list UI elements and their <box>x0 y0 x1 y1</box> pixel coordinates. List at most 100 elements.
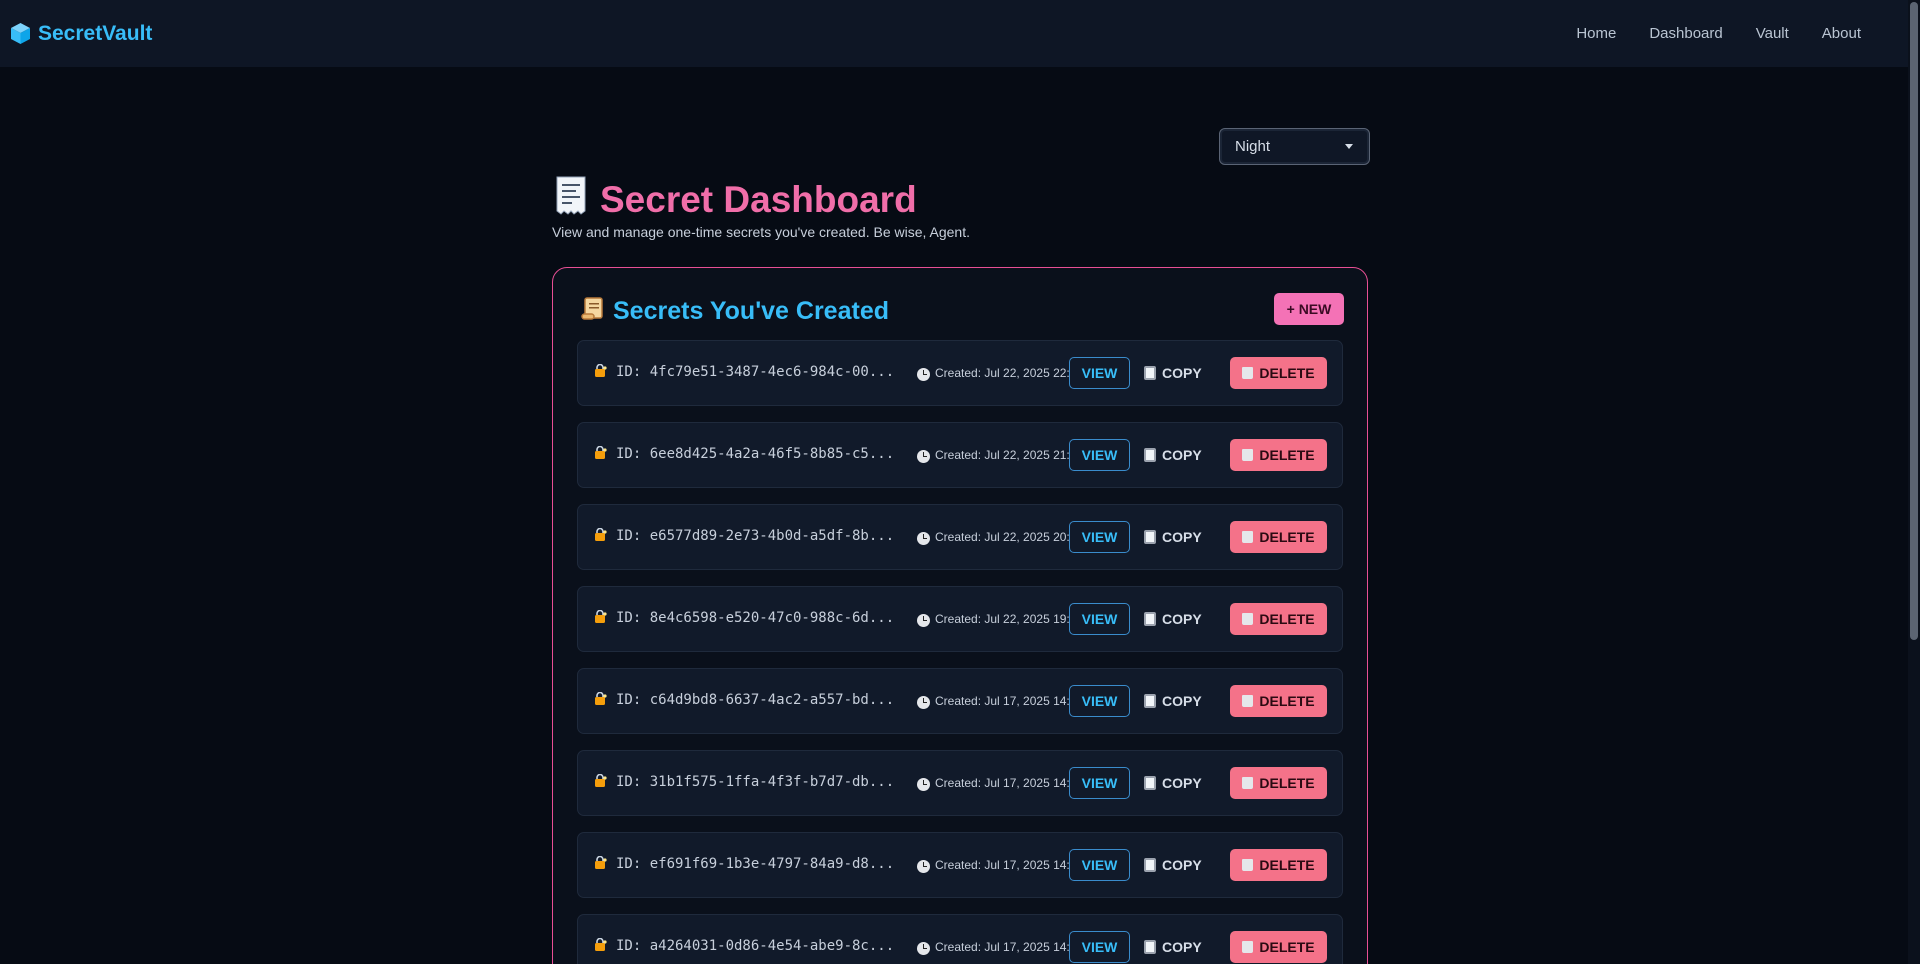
clipboard-icon <box>1144 940 1156 954</box>
clipboard-icon <box>1144 366 1156 380</box>
secret-row: ID: e6577d89-2e73-4b0d-a5df-8b... Create… <box>577 504 1343 570</box>
trash-icon <box>1242 777 1254 789</box>
copy-label: COPY <box>1162 365 1202 381</box>
secrets-card: Secrets You've Created + NEW ID: 4fc79e5… <box>552 267 1368 964</box>
nav-links: Home Dashboard Vault About <box>1576 25 1861 42</box>
delete-label: DELETE <box>1259 447 1315 463</box>
copy-button[interactable]: COPY <box>1144 439 1202 471</box>
nav-link-vault[interactable]: Vault <box>1756 25 1789 42</box>
nav-link-home[interactable]: Home <box>1576 25 1616 42</box>
secret-created: Created: Jul 22, 2025 21:50 <box>935 448 1084 462</box>
clock-icon <box>917 368 930 381</box>
delete-label: DELETE <box>1259 857 1315 873</box>
delete-button[interactable]: DELETE <box>1230 439 1327 471</box>
copy-label: COPY <box>1162 529 1202 545</box>
delete-button[interactable]: DELETE <box>1230 685 1327 717</box>
view-button[interactable]: VIEW <box>1069 767 1130 799</box>
trash-icon <box>1242 613 1254 625</box>
brand-name: SecretVault <box>38 21 153 45</box>
delete-button[interactable]: DELETE <box>1230 849 1327 881</box>
clock-icon <box>917 696 930 709</box>
copy-label: COPY <box>1162 447 1202 463</box>
navbar: SecretVault Home Dashboard Vault About <box>0 0 1918 67</box>
theme-select-value: Night <box>1235 138 1271 155</box>
delete-button[interactable]: DELETE <box>1230 521 1327 553</box>
view-button[interactable]: VIEW <box>1069 439 1130 471</box>
view-button[interactable]: VIEW <box>1069 849 1130 881</box>
trash-icon <box>1242 695 1254 707</box>
lock-key-icon <box>594 937 607 951</box>
page-title-text: Secret Dashboard <box>600 178 917 220</box>
trash-icon <box>1242 367 1254 379</box>
clipboard-icon <box>1144 612 1156 626</box>
copy-button[interactable]: COPY <box>1144 685 1202 717</box>
scrollbar-thumb[interactable] <box>1910 2 1918 640</box>
secret-row: ID: 6ee8d425-4a2a-46f5-8b85-c5... Create… <box>577 422 1343 488</box>
clock-icon <box>917 614 930 627</box>
copy-button[interactable]: COPY <box>1144 849 1202 881</box>
delete-label: DELETE <box>1259 529 1315 545</box>
secret-row: ID: 4fc79e51-3487-4ec6-984c-00... Create… <box>577 340 1343 406</box>
secret-row: ID: a4264031-0d86-4e54-abe9-8c... Create… <box>577 914 1343 964</box>
clipboard-icon <box>1144 448 1156 462</box>
secret-id: ID: 4fc79e51-3487-4ec6-984c-00... <box>616 364 895 380</box>
nav-link-about[interactable]: About <box>1822 25 1861 42</box>
secret-id: ID: e6577d89-2e73-4b0d-a5df-8b... <box>616 528 895 544</box>
clock-icon <box>917 942 930 955</box>
clock-icon <box>917 532 930 545</box>
copy-button[interactable]: COPY <box>1144 357 1202 389</box>
new-secret-button[interactable]: + NEW <box>1274 293 1344 325</box>
clipboard-icon <box>1144 858 1156 872</box>
trash-icon <box>1242 941 1254 953</box>
copy-button[interactable]: COPY <box>1144 521 1202 553</box>
cube-icon <box>9 22 32 45</box>
view-button[interactable]: VIEW <box>1069 603 1130 635</box>
secret-row: ID: c64d9bd8-6637-4ac2-a557-bd... Create… <box>577 668 1343 734</box>
view-button[interactable]: VIEW <box>1069 931 1130 963</box>
secret-id: ID: 8e4c6598-e520-47c0-988c-6d... <box>616 610 895 626</box>
lock-key-icon <box>594 527 607 541</box>
clipboard-icon <box>1144 776 1156 790</box>
copy-label: COPY <box>1162 611 1202 627</box>
nav-link-dashboard[interactable]: Dashboard <box>1649 25 1722 42</box>
lock-key-icon <box>594 363 607 377</box>
secret-created: Created: Jul 22, 2025 22:07 <box>935 366 1084 380</box>
lock-key-icon <box>594 773 607 787</box>
delete-label: DELETE <box>1259 365 1315 381</box>
secret-row: ID: 31b1f575-1ffa-4f3f-b7d7-db... Create… <box>577 750 1343 816</box>
page-subtitle: View and manage one-time secrets you've … <box>552 224 970 240</box>
caret-down-icon <box>1345 144 1353 149</box>
theme-select[interactable]: Night <box>1219 128 1370 165</box>
trash-icon <box>1242 859 1254 871</box>
trash-icon <box>1242 449 1254 461</box>
delete-button[interactable]: DELETE <box>1230 357 1327 389</box>
card-title-text: Secrets You've Created <box>613 297 889 325</box>
copy-label: COPY <box>1162 775 1202 791</box>
secret-id: ID: c64d9bd8-6637-4ac2-a557-bd... <box>616 692 895 708</box>
view-button[interactable]: VIEW <box>1069 357 1130 389</box>
delete-label: DELETE <box>1259 939 1315 955</box>
copy-button[interactable]: COPY <box>1144 931 1202 963</box>
clock-icon <box>917 450 930 463</box>
clipboard-icon <box>1144 694 1156 708</box>
secret-id: ID: a4264031-0d86-4e54-abe9-8c... <box>616 938 895 954</box>
copy-label: COPY <box>1162 693 1202 709</box>
scrollbar-track[interactable] <box>1908 0 1920 964</box>
delete-button[interactable]: DELETE <box>1230 603 1327 635</box>
view-button[interactable]: VIEW <box>1069 521 1130 553</box>
secret-row: ID: ef691f69-1b3e-4797-84a9-d8... Create… <box>577 832 1343 898</box>
view-button[interactable]: VIEW <box>1069 685 1130 717</box>
delete-label: DELETE <box>1259 611 1315 627</box>
receipt-icon <box>552 175 590 224</box>
secret-id: ID: ef691f69-1b3e-4797-84a9-d8... <box>616 856 895 872</box>
copy-button[interactable]: COPY <box>1144 767 1202 799</box>
lock-key-icon <box>594 609 607 623</box>
delete-button[interactable]: DELETE <box>1230 767 1327 799</box>
lock-key-icon <box>594 445 607 459</box>
delete-button[interactable]: DELETE <box>1230 931 1327 963</box>
trash-icon <box>1242 531 1254 543</box>
copy-button[interactable]: COPY <box>1144 603 1202 635</box>
brand[interactable]: SecretVault <box>9 22 152 46</box>
copy-label: COPY <box>1162 857 1202 873</box>
delete-label: DELETE <box>1259 693 1315 709</box>
